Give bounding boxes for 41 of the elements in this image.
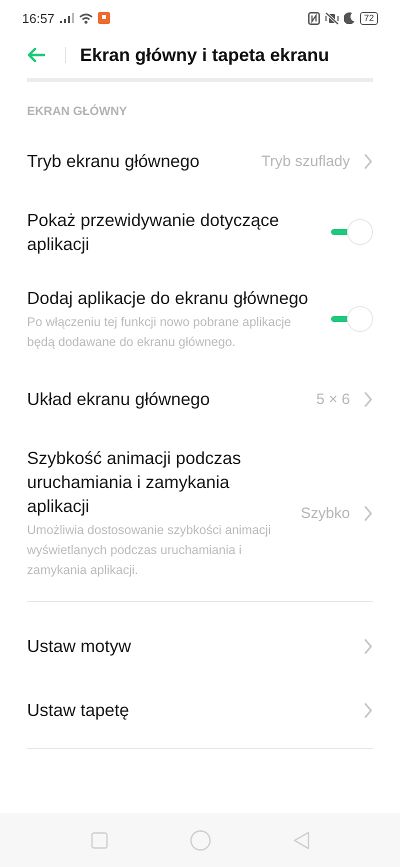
chevron-right-icon	[364, 638, 373, 654]
battery-icon: 72	[360, 12, 378, 24]
settings-row[interactable]: Ustaw motyw	[0, 618, 400, 674]
chevron-right-icon	[364, 702, 373, 718]
muted-vibration-icon	[324, 12, 339, 24]
chevron-right-icon	[364, 506, 373, 520]
app-notification-icon	[98, 12, 110, 24]
row-value: 5 × 6	[316, 390, 350, 408]
settings-row[interactable]: Szybkość animacji podczas uruchamiania i zamykania aplikacji Umożliwia dostosowanie szybkości animacji wyświetlanych podczas uruchamiania i zamykania aplikacji. Szybko	[0, 435, 400, 591]
moon-icon	[344, 12, 355, 24]
signal-icon	[60, 13, 74, 23]
row-description: Umożliwia dostosowanie szybkości animacji wyświetlanych podczas uruchamiania i zamykania aplikacji.	[27, 522, 272, 579]
row-label: Dodaj aplikacje do ekranu głównego	[27, 287, 310, 310]
recents-button-icon	[90, 832, 108, 848]
row-value: Szybko	[300, 504, 350, 522]
row-label: Pokaż przewidywanie dotyczące aplikacji	[27, 209, 280, 256]
section-header: EKRAN GŁÓWNY	[26, 104, 128, 120]
chevron-right-icon	[364, 392, 373, 406]
wifi-icon	[78, 12, 93, 24]
settings-row[interactable]: Układ ekranu głównego 5 × 6	[0, 371, 400, 427]
toggle-switch[interactable]	[331, 306, 373, 332]
settings-row[interactable]: Tryb ekranu głównego Tryb szuflady	[0, 133, 400, 189]
status-time: 16:57	[22, 10, 55, 26]
row-label: Układ ekranu głównego	[27, 388, 211, 411]
nfc-icon	[308, 12, 320, 24]
back-arrow-icon	[27, 48, 45, 62]
page-title: Ekran główny i tapeta ekranu	[80, 44, 330, 66]
settings-row[interactable]: Ustaw tapetę	[0, 682, 400, 738]
row-label: Szybkość animacji podczas uruchamiania i zamykania aplikacji	[27, 447, 242, 518]
settings-row[interactable]: Dodaj aplikacje do ekranu głównego Po włączeniu tej funkcji nowo pobrane aplikacje będą dodawane do ekranu głównego.	[0, 275, 400, 363]
row-label: Ustaw motyw	[27, 635, 132, 658]
row-value: Tryb szuflady	[261, 152, 350, 170]
home-button-icon	[190, 830, 210, 850]
row-label: Tryb ekranu głównego	[27, 150, 201, 173]
row-description: Po włączeniu tej funkcji nowo pobrane aplikacje będą dodawane do ekranu głównego.	[27, 314, 292, 351]
back-button-icon	[292, 830, 310, 850]
row-label: Ustaw tapetę	[27, 699, 130, 722]
back-button[interactable]	[27, 46, 45, 64]
chevron-right-icon	[364, 154, 373, 168]
toggle-switch[interactable]	[331, 219, 373, 245]
settings-row[interactable]: Pokaż przewidywanie dotyczące aplikacji	[0, 197, 400, 267]
